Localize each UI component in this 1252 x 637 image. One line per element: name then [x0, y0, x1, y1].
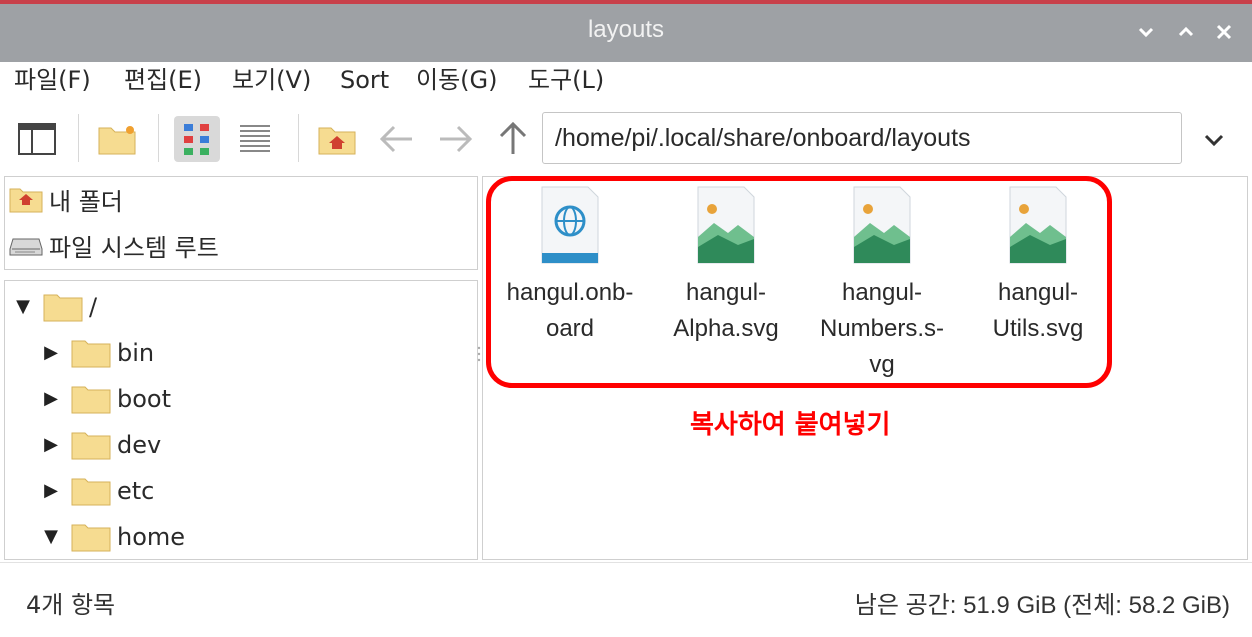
icon-view-button[interactable] — [174, 116, 220, 162]
forward-button[interactable] — [432, 116, 478, 162]
pane-splitter[interactable] — [477, 344, 481, 368]
up-button[interactable] — [490, 116, 536, 162]
path-history-dropdown[interactable] — [1194, 116, 1234, 162]
tree-label: / — [89, 293, 98, 321]
folder-icon — [71, 340, 111, 368]
tree-label: bin — [117, 339, 155, 367]
menu-go[interactable]: 이동(G) — [416, 62, 497, 102]
chevron-down-icon — [1204, 134, 1224, 147]
new-folder-button[interactable] — [94, 116, 140, 162]
menu-file[interactable]: 파일(F) — [14, 62, 91, 102]
folder-icon — [71, 386, 111, 414]
tree-row-etc[interactable]: ▶ etc — [39, 471, 154, 511]
new-folder-icon — [98, 126, 136, 155]
place-root[interactable]: 파일 시스템 루트 — [9, 225, 219, 265]
close-button[interactable] — [1210, 18, 1238, 46]
tree-label: boot — [117, 385, 172, 413]
path-text: /home/pi/.local/share/onboard/layouts — [555, 124, 971, 152]
tree-label: dev — [117, 431, 162, 459]
list-view-button[interactable] — [232, 116, 278, 162]
side-pane-button[interactable] — [14, 116, 60, 162]
directory-tree: ▼ / ▶ bin ▶ boot ▶ dev ▶ etc ▼ home — [4, 280, 478, 560]
highlight-box — [486, 176, 1112, 388]
tree-row-bin[interactable]: ▶ bin — [39, 333, 154, 373]
place-home-label: 내 폴더 — [49, 187, 123, 216]
tree-label: home — [117, 523, 186, 551]
status-bar: 4개 항목 남은 공간: 51.9 GiB (전체: 58.2 GiB) — [0, 562, 1252, 637]
folder-icon — [71, 524, 111, 552]
list-view-icon — [240, 125, 270, 152]
minimize-button[interactable] — [1132, 18, 1160, 46]
toolbar: /home/pi/.local/share/onboard/layouts — [0, 102, 1252, 174]
path-input[interactable]: /home/pi/.local/share/onboard/layouts — [542, 112, 1182, 164]
collapsed-arrow-icon[interactable]: ▶ — [39, 341, 63, 365]
item-count: 4개 항목 — [26, 591, 116, 619]
collapsed-arrow-icon[interactable]: ▶ — [39, 387, 63, 411]
forward-arrow-icon — [440, 125, 473, 153]
folder-icon — [71, 478, 111, 506]
free-space: 남은 공간: 51.9 GiB (전체: 58.2 GiB) — [854, 592, 1230, 619]
tree-row-boot[interactable]: ▶ boot — [39, 379, 171, 419]
tree-row-root[interactable]: ▼ / — [11, 287, 97, 327]
menu-edit[interactable]: 편집(E) — [124, 62, 202, 102]
menu-view[interactable]: 보기(V) — [232, 62, 311, 102]
drive-icon — [9, 231, 43, 259]
tree-row-dev[interactable]: ▶ dev — [39, 425, 161, 465]
place-home[interactable]: 내 폴더 — [9, 179, 123, 219]
maximize-icon — [1178, 26, 1194, 37]
places-pane: 내 폴더 파일 시스템 루트 — [4, 176, 478, 270]
expanded-arrow-icon[interactable]: ▼ — [39, 525, 63, 549]
collapsed-arrow-icon[interactable]: ▶ — [39, 433, 63, 457]
minimize-icon — [1138, 27, 1154, 38]
annotation-text: 복사하여 붙여넣기 — [690, 410, 891, 440]
folder-icon — [43, 294, 83, 322]
tree-row-home[interactable]: ▼ home — [39, 517, 185, 557]
place-root-label: 파일 시스템 루트 — [49, 233, 219, 262]
back-button[interactable] — [374, 116, 420, 162]
home-button[interactable] — [314, 116, 360, 162]
side-pane-icon — [18, 123, 56, 155]
icon-view-icon — [184, 124, 209, 155]
menu-sort[interactable]: Sort — [340, 62, 389, 102]
up-arrow-icon — [499, 121, 527, 154]
window-title: layouts — [587, 16, 665, 43]
home-icon — [318, 127, 356, 155]
back-arrow-icon — [379, 125, 412, 153]
home-folder-icon — [9, 185, 43, 213]
menu-bar: 파일(F) 편집(E) 보기(V) Sort 이동(G) 도구(L) — [0, 62, 1252, 102]
close-icon — [1216, 24, 1232, 40]
menu-tools[interactable]: 도구(L) — [528, 62, 604, 102]
folder-icon — [71, 432, 111, 460]
tree-label: etc — [117, 477, 155, 505]
maximize-button[interactable] — [1172, 18, 1200, 46]
collapsed-arrow-icon[interactable]: ▶ — [39, 479, 63, 503]
expanded-arrow-icon[interactable]: ▼ — [11, 295, 35, 319]
title-bar: layouts — [0, 0, 1252, 62]
